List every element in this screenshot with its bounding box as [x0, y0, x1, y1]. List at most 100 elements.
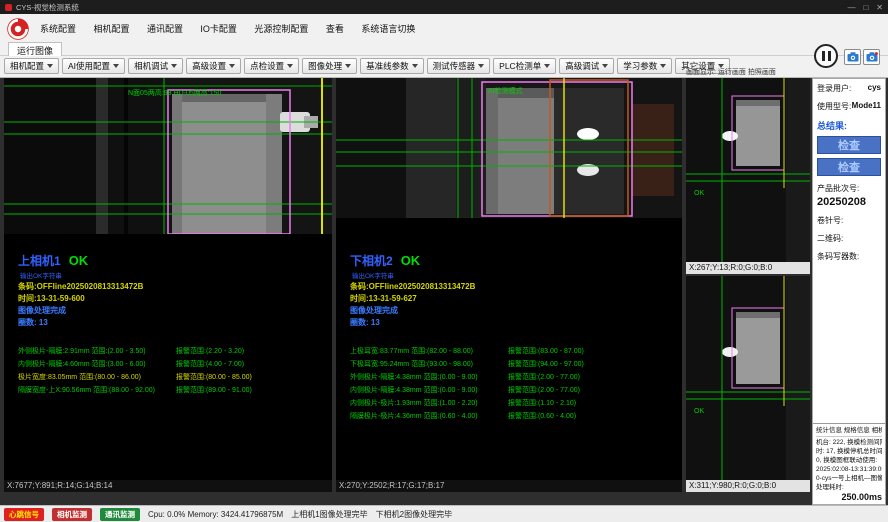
toolbar-camera-debug[interactable]: 相机调试	[128, 58, 183, 74]
upper-camera-name: 上相机1 OK	[18, 252, 88, 269]
measurement-warn: 报警范围:(80.00 - 85.00)	[176, 372, 330, 382]
measurement-row: 内侧极片-极片:1.93mm 范围:(1.00 - 2.20) 报警范围:(1.…	[350, 398, 680, 408]
menu-item-comm-config[interactable]: 通讯配置	[147, 22, 183, 35]
model-label: 使用型号:	[817, 101, 851, 112]
thumb-top-pixel-coords: X:267;Y:13;R:0;G:0;B:0	[686, 262, 810, 274]
measurement-warn: 报警范围:(4.00 - 7.00)	[176, 359, 330, 369]
menu-item-view[interactable]: 查看	[326, 22, 344, 35]
stats-line: 机台: 222, 换模检测间隔	[816, 438, 882, 447]
toolbar-plc-checklist[interactable]: PLC检测单	[493, 58, 556, 74]
camera-image-upper[interactable]	[4, 78, 332, 234]
menu: 系统配置 相机配置 通讯配置 IO卡配置 光源控制配置 查看 系统语言切换	[40, 19, 428, 37]
menu-item-system-config[interactable]: 系统配置	[40, 22, 76, 35]
toolbar-image-processing[interactable]: 图像处理	[302, 58, 357, 74]
minimize-button[interactable]: —	[847, 3, 855, 12]
measurement-row: 内侧极片-隔膜:4.38mm 范围:(0.00 - 9.00) 报警范围:(2.…	[350, 385, 680, 395]
lower-pixel-coords: X:270;Y:2502;R:17;G:17;B:17	[336, 480, 682, 492]
lower-process-status: 图像处理完成	[350, 305, 398, 316]
measurement-text: 内侧极片-隔膜:4.60mm 范围:(3.00 - 6.00)	[18, 359, 176, 369]
upper-time-text: 时间:13-31-59-600	[18, 293, 85, 304]
model-value: Mode11	[852, 101, 881, 112]
camera-capture-button[interactable]	[844, 49, 861, 65]
menu-item-io-config[interactable]: IO卡配置	[200, 22, 237, 35]
camera-name-text: 下相机2	[350, 254, 393, 268]
thumb-bottom-overlay-text: OK	[694, 408, 704, 415]
info-panel: 登录用户: cys 使用型号: Mode11 总结果: 检查 检查 产品批次号:…	[812, 78, 886, 505]
titlebar: CYS-视觉检测系统 — □ ✕	[0, 0, 888, 14]
batch-value: 20250208	[817, 196, 881, 208]
camera-thumb-top[interactable]: OK X:267;Y:13;R:0;G:0;B:0	[686, 78, 810, 274]
stats-tabs[interactable]: 统计信息 规格信息 相机信息	[816, 426, 882, 437]
status-badge-2: 通讯监测	[100, 508, 140, 521]
window-title: CYS-视觉检测系统	[16, 2, 79, 13]
result-box-1: 检查	[817, 136, 881, 154]
pin-number-label: 卷针号:	[817, 215, 881, 226]
measurement-text: 隔膜极片-极片:4.36mm 范围:(0.60 - 4.00)	[350, 411, 508, 421]
camera-thumb-bottom-image[interactable]	[686, 276, 810, 480]
measurement-row: 上极耳宽:83.77mm 范围:(82.00 - 88.00) 报警范围:(83…	[350, 346, 680, 356]
measurement-warn: 报警范围:(2.00 - 77.00)	[508, 385, 680, 395]
camera-thumb-bottom[interactable]: OK X:311;Y:980;R:0;G:0;B:0	[686, 276, 810, 492]
measurement-row: 隔膜极片-极片:4.36mm 范围:(0.60 - 4.00) 报警范围:(0.…	[350, 411, 680, 421]
stats-block: 统计信息 规格信息 相机信息 机台: 222, 换模检测间隔 时: 17, 换模…	[813, 423, 885, 504]
upper-output-line: 输出OK字符串	[20, 270, 62, 280]
measurement-warn: 报警范围:(2.00 - 77.00)	[508, 372, 680, 382]
close-button[interactable]: ✕	[876, 3, 883, 12]
toolbar-sensor-test[interactable]: 测试传感器	[427, 58, 491, 74]
camera-thumb-top-image[interactable]	[686, 78, 810, 262]
measurement-text: 上极耳宽:83.77mm 范围:(82.00 - 88.00)	[350, 346, 508, 356]
lower-barcode-text: 条码:OFFline2025020813313472B	[350, 281, 475, 292]
measurement-row: 下极耳宽:95.24mm 范围:(93.00 - 98.00) 报警范围:(94…	[350, 359, 680, 369]
pause-icon	[822, 51, 825, 61]
camera-icon	[847, 52, 859, 62]
camera-record-button[interactable]	[863, 49, 880, 65]
measurement-text: 内侧极片-隔膜:4.38mm 范围:(0.00 - 9.00)	[350, 385, 508, 395]
measurement-warn: 报警范围:(94.00 - 97.00)	[508, 359, 680, 369]
toolbar-spot-check[interactable]: 点检设置	[244, 58, 299, 74]
camera-image-lower[interactable]	[336, 78, 682, 218]
toolbar-ai-config[interactable]: AI使用配置	[62, 58, 125, 74]
barcode-writer-label: 条码写器数:	[817, 251, 881, 262]
toolbar-camera-config[interactable]: 相机配置	[4, 58, 59, 74]
toolbar-learning-params[interactable]: 学习参数	[617, 58, 672, 74]
pause-button[interactable]	[814, 44, 838, 68]
menu-item-camera-config[interactable]: 相机配置	[93, 22, 129, 35]
camera-view-lower[interactable]: AI检测模式 下相机2OK 输出OK字符串 条码:OFFline20250208…	[336, 78, 682, 492]
camera-name-text: 上相机1	[18, 254, 61, 268]
measurement-row: 极片宽度:83.05mm 范围:(80.00 - 86.00) 报警范围:(80…	[18, 372, 330, 382]
result-ok-text: OK	[69, 253, 89, 268]
qrcode-label: 二维码:	[817, 233, 881, 244]
status-badge-1: 相机监测	[52, 508, 92, 521]
lower-roi-overlay-text: AI检测模式	[488, 86, 523, 96]
toolbar-advanced-debug[interactable]: 高级调试	[559, 58, 614, 74]
measurement-row: 内侧极片-隔膜:4.60mm 范围:(3.00 - 6.00) 报警范围:(4.…	[18, 359, 330, 369]
camera1-status-text: 上相机1图像处理完毕	[291, 509, 367, 520]
processing-time-value: 250.00ms	[816, 493, 882, 502]
measurement-text: 内侧极片-极片:1.93mm 范围:(1.00 - 2.20)	[350, 398, 508, 408]
measurement-warn: 报警范围:(0.60 - 4.00)	[508, 411, 680, 421]
thumb-top-overlay-text: OK	[694, 190, 704, 197]
lower-turns-text: 圈数: 13	[350, 317, 380, 328]
measurement-text: 极片宽度:83.05mm 范围:(80.00 - 86.00)	[18, 372, 176, 382]
toolbar-baseline-params[interactable]: 基准线参数	[360, 58, 424, 74]
stats-line: 2025:02:08-13:31:39:05	[816, 465, 882, 474]
login-user-label: 登录用户:	[817, 83, 851, 94]
menu-item-light-config[interactable]: 光源控制配置	[254, 22, 308, 35]
thumb-bottom-pixel-coords: X:311;Y:980;R:0;G:0;B:0	[686, 480, 810, 492]
pause-icon	[828, 51, 831, 61]
upper-pixel-coords: X:7677;Y:891;R:14;G:14;B:14	[4, 480, 332, 492]
stats-line: 0, 换模图框联动使用:	[816, 456, 882, 465]
menu-item-language[interactable]: 系统语言切换	[361, 22, 415, 35]
measurement-row: 外侧极片-隔膜:4.38mm 范围:(0.00 - 9.00) 报警范围:(2.…	[350, 372, 680, 382]
toolbar-advanced-settings[interactable]: 高级设置	[186, 58, 241, 74]
stats-line: 时: 17, 换模停机总时间:	[816, 447, 882, 456]
measurement-warn: 报警范围:(1.10 - 2.10)	[508, 398, 680, 408]
view-mode-header: 画面显示: 运行画面 拍照画面	[686, 67, 776, 77]
cpu-memory-text: Cpu: 0.0% Memory: 3424.41796875M	[148, 510, 283, 519]
maximize-button[interactable]: □	[863, 3, 868, 12]
result-box-2: 检查	[817, 158, 881, 176]
batch-label: 产品批次号:	[817, 183, 881, 194]
total-result-label: 总结果:	[817, 119, 881, 132]
camera-view-upper[interactable]: N面05两高:93 HD-05两高:150 上相机1OK 输出OK字符串 条码:…	[4, 78, 332, 492]
result-ok-text: OK	[401, 253, 421, 268]
